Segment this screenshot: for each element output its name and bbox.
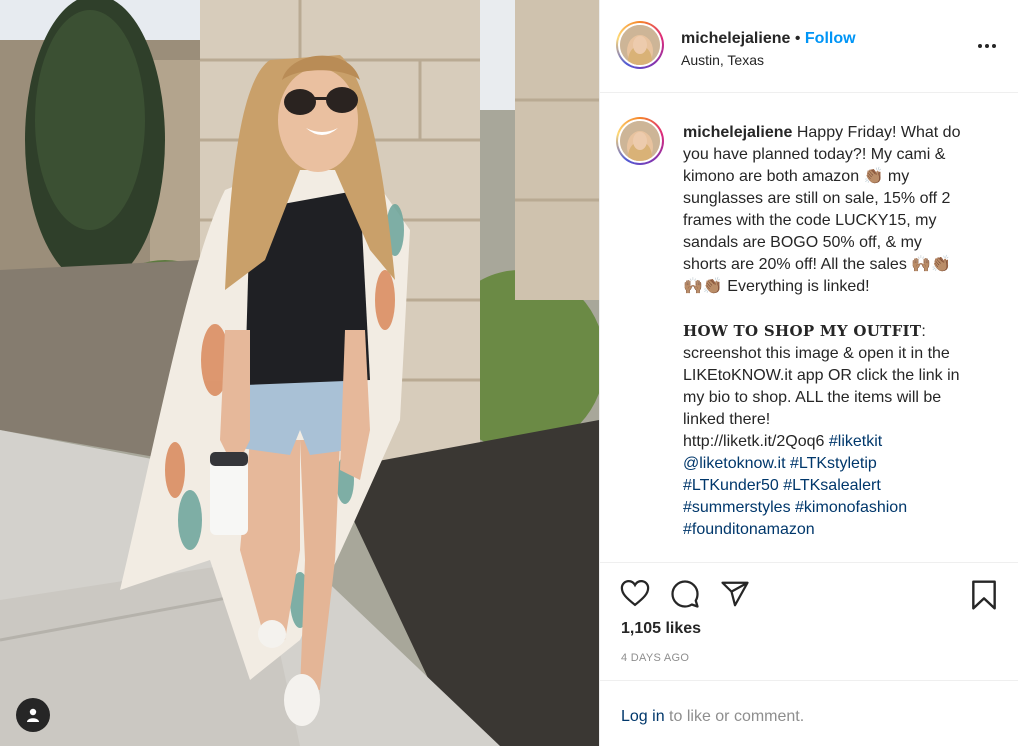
- heart-icon[interactable]: [620, 579, 650, 607]
- follow-button[interactable]: Follow: [805, 30, 856, 47]
- post-caption: michelejaliene Happy Friday! What do you…: [683, 122, 988, 541]
- clap-emoji: 👏🏽: [863, 168, 884, 185]
- mention-link[interactable]: @liketoknow.it: [683, 455, 786, 472]
- post-panel: michelejaliene • Follow Austin, Texas mi…: [599, 0, 1018, 746]
- howto-colon: :: [921, 323, 926, 340]
- raise-hands-emoji: 🙌🏽: [683, 278, 703, 295]
- share-icon[interactable]: [720, 579, 750, 609]
- caption-text-3: Everything is linked!: [727, 278, 870, 295]
- hashtag-link[interactable]: #liketkit: [829, 433, 882, 450]
- caption-avatar[interactable]: [616, 117, 664, 165]
- likes-count[interactable]: 1,105 likes: [621, 620, 701, 638]
- location-link[interactable]: Austin, Texas: [681, 52, 764, 68]
- hashtag-link[interactable]: #kimonofashion: [795, 499, 907, 516]
- hashtag-link[interactable]: #founditonamazon: [683, 521, 815, 538]
- hashtag-link[interactable]: #LTKstyletip: [790, 455, 877, 472]
- user-tag-icon[interactable]: [16, 698, 50, 732]
- action-bar: [600, 562, 1018, 626]
- avatar[interactable]: [616, 21, 664, 69]
- raise-hands-emoji: 🙌🏽: [911, 256, 932, 273]
- post-date[interactable]: 4 DAYS AGO: [621, 652, 689, 664]
- separator-dot: •: [794, 30, 801, 47]
- howto-heading: HOW TO SHOP MY OUTFIT: [683, 322, 922, 340]
- caption-area: michelejaliene Happy Friday! What do you…: [600, 93, 1018, 561]
- post-header: michelejaliene • Follow Austin, Texas: [600, 0, 1018, 93]
- bookmark-icon[interactable]: [970, 579, 998, 611]
- howto-text: screenshot this image & open it in the L…: [683, 345, 960, 450]
- username-line: michelejaliene • Follow: [681, 30, 856, 48]
- caption-username[interactable]: michelejaliene: [683, 124, 792, 141]
- hashtag-link[interactable]: #LTKunder50: [683, 477, 779, 494]
- clap-emoji: 👏🏽: [931, 256, 952, 273]
- clap-emoji: 👏🏽: [702, 278, 723, 295]
- login-prompt-rest: to like or comment.: [664, 708, 805, 725]
- username-link[interactable]: michelejaliene: [681, 30, 790, 47]
- login-link[interactable]: Log in: [621, 708, 665, 725]
- login-bar: Log in to like or comment.: [600, 680, 1018, 747]
- post-photo[interactable]: [0, 0, 599, 746]
- login-prompt: Log in to like or comment.: [621, 708, 804, 726]
- more-options-icon[interactable]: [978, 44, 996, 48]
- hashtag-link[interactable]: #summerstyles: [683, 499, 791, 516]
- hashtag-link[interactable]: #LTKsalealert: [783, 477, 881, 494]
- comment-icon[interactable]: [670, 579, 700, 609]
